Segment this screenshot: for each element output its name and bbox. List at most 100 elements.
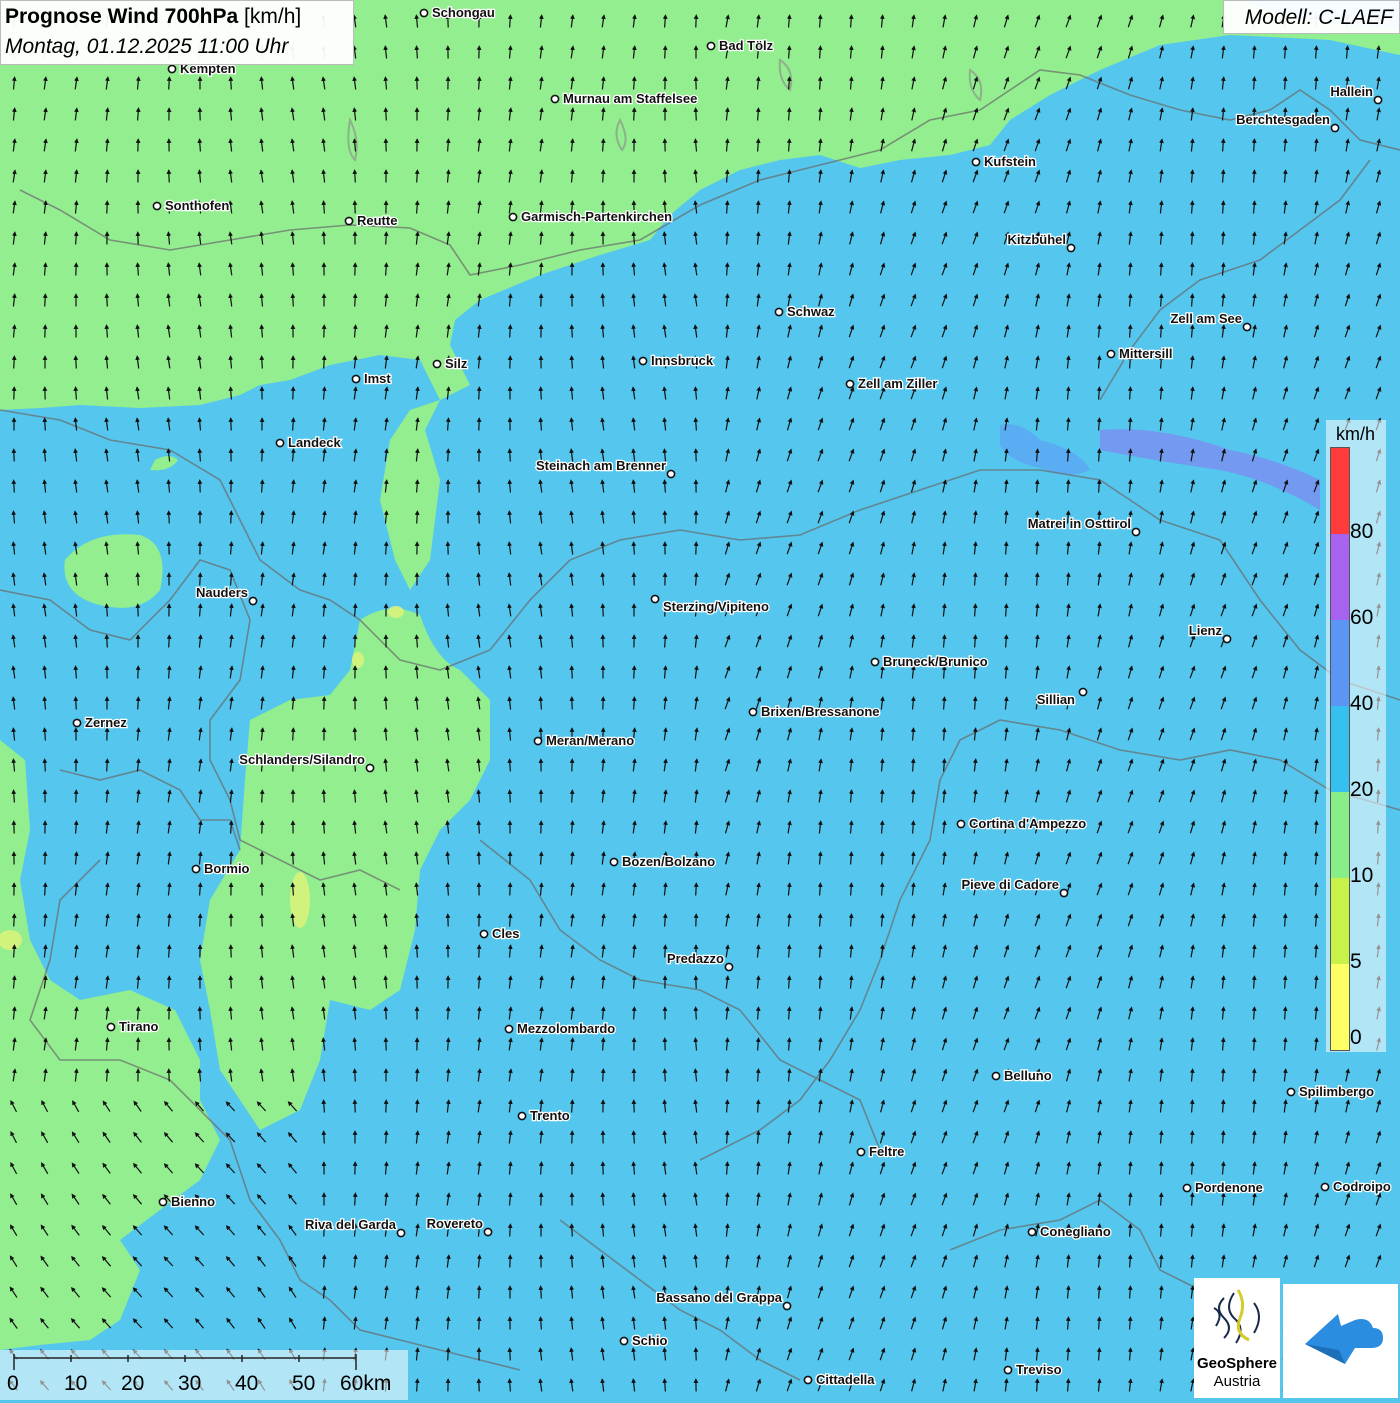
city-marker[interactable]: Murnau am Staffelsee bbox=[551, 91, 697, 106]
wind-arrow bbox=[572, 1102, 573, 1113]
wind-arrow bbox=[1130, 1257, 1131, 1268]
wind-arrow bbox=[386, 699, 387, 710]
model-box: Modell: C-LAEF bbox=[1223, 0, 1400, 34]
wind-arrow bbox=[727, 265, 728, 276]
city-dot bbox=[667, 470, 674, 477]
wind-arrow bbox=[1285, 79, 1286, 90]
city-marker[interactable]: Sonthofen bbox=[153, 198, 229, 213]
city-label: Zell am Ziller bbox=[858, 376, 937, 391]
city-label: Kufstein bbox=[984, 154, 1036, 169]
wind-arrow bbox=[1223, 1102, 1224, 1113]
city-dot bbox=[345, 217, 352, 224]
wind-arrow bbox=[417, 1381, 418, 1392]
wind-arrow bbox=[231, 544, 232, 555]
city-marker[interactable]: Zell am Ziller bbox=[846, 376, 937, 391]
city-marker[interactable]: Brixen/Bressanone bbox=[749, 704, 879, 719]
city-dot bbox=[639, 357, 646, 364]
wind-arrow bbox=[1192, 1164, 1193, 1175]
wind-arrow bbox=[882, 823, 883, 834]
wind-arrow bbox=[1316, 947, 1317, 958]
wind-arrow bbox=[1006, 637, 1007, 648]
city-marker[interactable]: Sterzing/Vipiteno bbox=[651, 595, 769, 614]
city-label: Innsbruck bbox=[651, 353, 714, 368]
city-marker[interactable]: Garmisch-Partenkirchen bbox=[509, 209, 672, 224]
city-dot bbox=[804, 1376, 811, 1383]
wind-arrow bbox=[603, 606, 604, 617]
wind-arrow bbox=[665, 172, 666, 183]
city-dot bbox=[480, 930, 487, 937]
wind-arrow bbox=[200, 575, 201, 586]
wind-arrow bbox=[1130, 327, 1131, 338]
wind-arrow bbox=[355, 1071, 356, 1082]
wind-arrow bbox=[1285, 1009, 1286, 1020]
wind-arrow bbox=[107, 761, 108, 772]
city-dot bbox=[534, 737, 541, 744]
wind-arrow bbox=[820, 978, 821, 989]
wind-arrow bbox=[975, 668, 976, 679]
wind-arrow bbox=[944, 668, 945, 679]
city-label: Feltre bbox=[869, 1144, 904, 1159]
wind-arrow bbox=[324, 1133, 325, 1144]
city-marker[interactable]: Innsbruck bbox=[639, 353, 713, 368]
wind-arrow bbox=[417, 1071, 418, 1082]
wind-arrow bbox=[634, 668, 635, 679]
city-marker[interactable]: Cortina d'Ampezzo bbox=[957, 816, 1086, 831]
city-label: Berchtesgaden bbox=[1236, 112, 1330, 127]
scale-bar: 0102030405060km bbox=[0, 1350, 408, 1400]
city-marker[interactable]: Conegliano bbox=[1028, 1224, 1110, 1239]
city-label: Schio bbox=[632, 1333, 667, 1348]
city-label: Hallein bbox=[1330, 84, 1373, 99]
wind-arrow bbox=[448, 1009, 449, 1020]
legend-tick: 40 bbox=[1350, 693, 1373, 714]
city-marker[interactable]: Cittadella bbox=[804, 1372, 875, 1387]
city-marker[interactable]: Bruneck/Brunico bbox=[871, 654, 987, 669]
wind-arrow bbox=[169, 637, 170, 648]
city-marker[interactable]: Pordenone bbox=[1183, 1180, 1263, 1195]
city-marker[interactable]: Spilimbergo bbox=[1287, 1084, 1374, 1099]
city-dot bbox=[276, 439, 283, 446]
wind-arrow bbox=[231, 79, 232, 90]
city-dot bbox=[1028, 1228, 1035, 1235]
wind-arrow bbox=[634, 978, 635, 989]
city-label: Pordenone bbox=[1195, 1180, 1263, 1195]
wind-arrow bbox=[45, 885, 46, 896]
wind-arrow bbox=[169, 79, 170, 90]
city-marker[interactable]: Mezzolombardo bbox=[505, 1021, 615, 1036]
city-marker[interactable]: Schongau bbox=[420, 5, 494, 20]
city-marker[interactable]: Bozen/Bolzano bbox=[610, 854, 715, 869]
wind-arrow bbox=[913, 730, 914, 741]
wind-arrow bbox=[789, 1009, 790, 1020]
wind-arrow bbox=[696, 575, 697, 586]
wind-arrow bbox=[789, 110, 790, 121]
wind-arrow bbox=[665, 637, 666, 648]
city-dot bbox=[484, 1228, 491, 1235]
city-dot bbox=[192, 865, 199, 872]
city-dot bbox=[168, 65, 175, 72]
wind-arrow bbox=[200, 451, 201, 462]
wind-map[interactable]: SchongauBad TölzKemptenMurnau am Staffel… bbox=[0, 0, 1400, 1400]
city-label: Matrei in Osttirol bbox=[1028, 516, 1131, 531]
wind-arrow bbox=[386, 1009, 387, 1020]
wind-arrow bbox=[1316, 79, 1317, 90]
wind-arrow bbox=[789, 1040, 790, 1051]
wind-arrow bbox=[1223, 1071, 1224, 1082]
wind-arrow bbox=[510, 1226, 511, 1237]
city-dot bbox=[610, 858, 617, 865]
city-dot bbox=[871, 658, 878, 665]
wind-arrow bbox=[758, 141, 759, 152]
city-dot bbox=[1004, 1366, 1011, 1373]
wind-arrow bbox=[417, 513, 418, 524]
wind-arrow bbox=[1254, 172, 1255, 183]
legend-segment bbox=[1331, 792, 1349, 878]
legend-segment bbox=[1331, 706, 1349, 792]
wind-arrow bbox=[727, 234, 728, 245]
wind-arrow bbox=[603, 1071, 604, 1082]
wind-arrow bbox=[107, 637, 108, 648]
wind-arrow bbox=[1068, 451, 1069, 462]
wind-arrow bbox=[1316, 885, 1317, 896]
city-marker[interactable]: Meran/Merano bbox=[534, 733, 634, 748]
wind-arrow bbox=[14, 947, 15, 958]
city-label: Schwaz bbox=[787, 304, 835, 319]
city-label: Schlanders/Silandro bbox=[239, 752, 365, 767]
wind-arrow bbox=[913, 823, 914, 834]
